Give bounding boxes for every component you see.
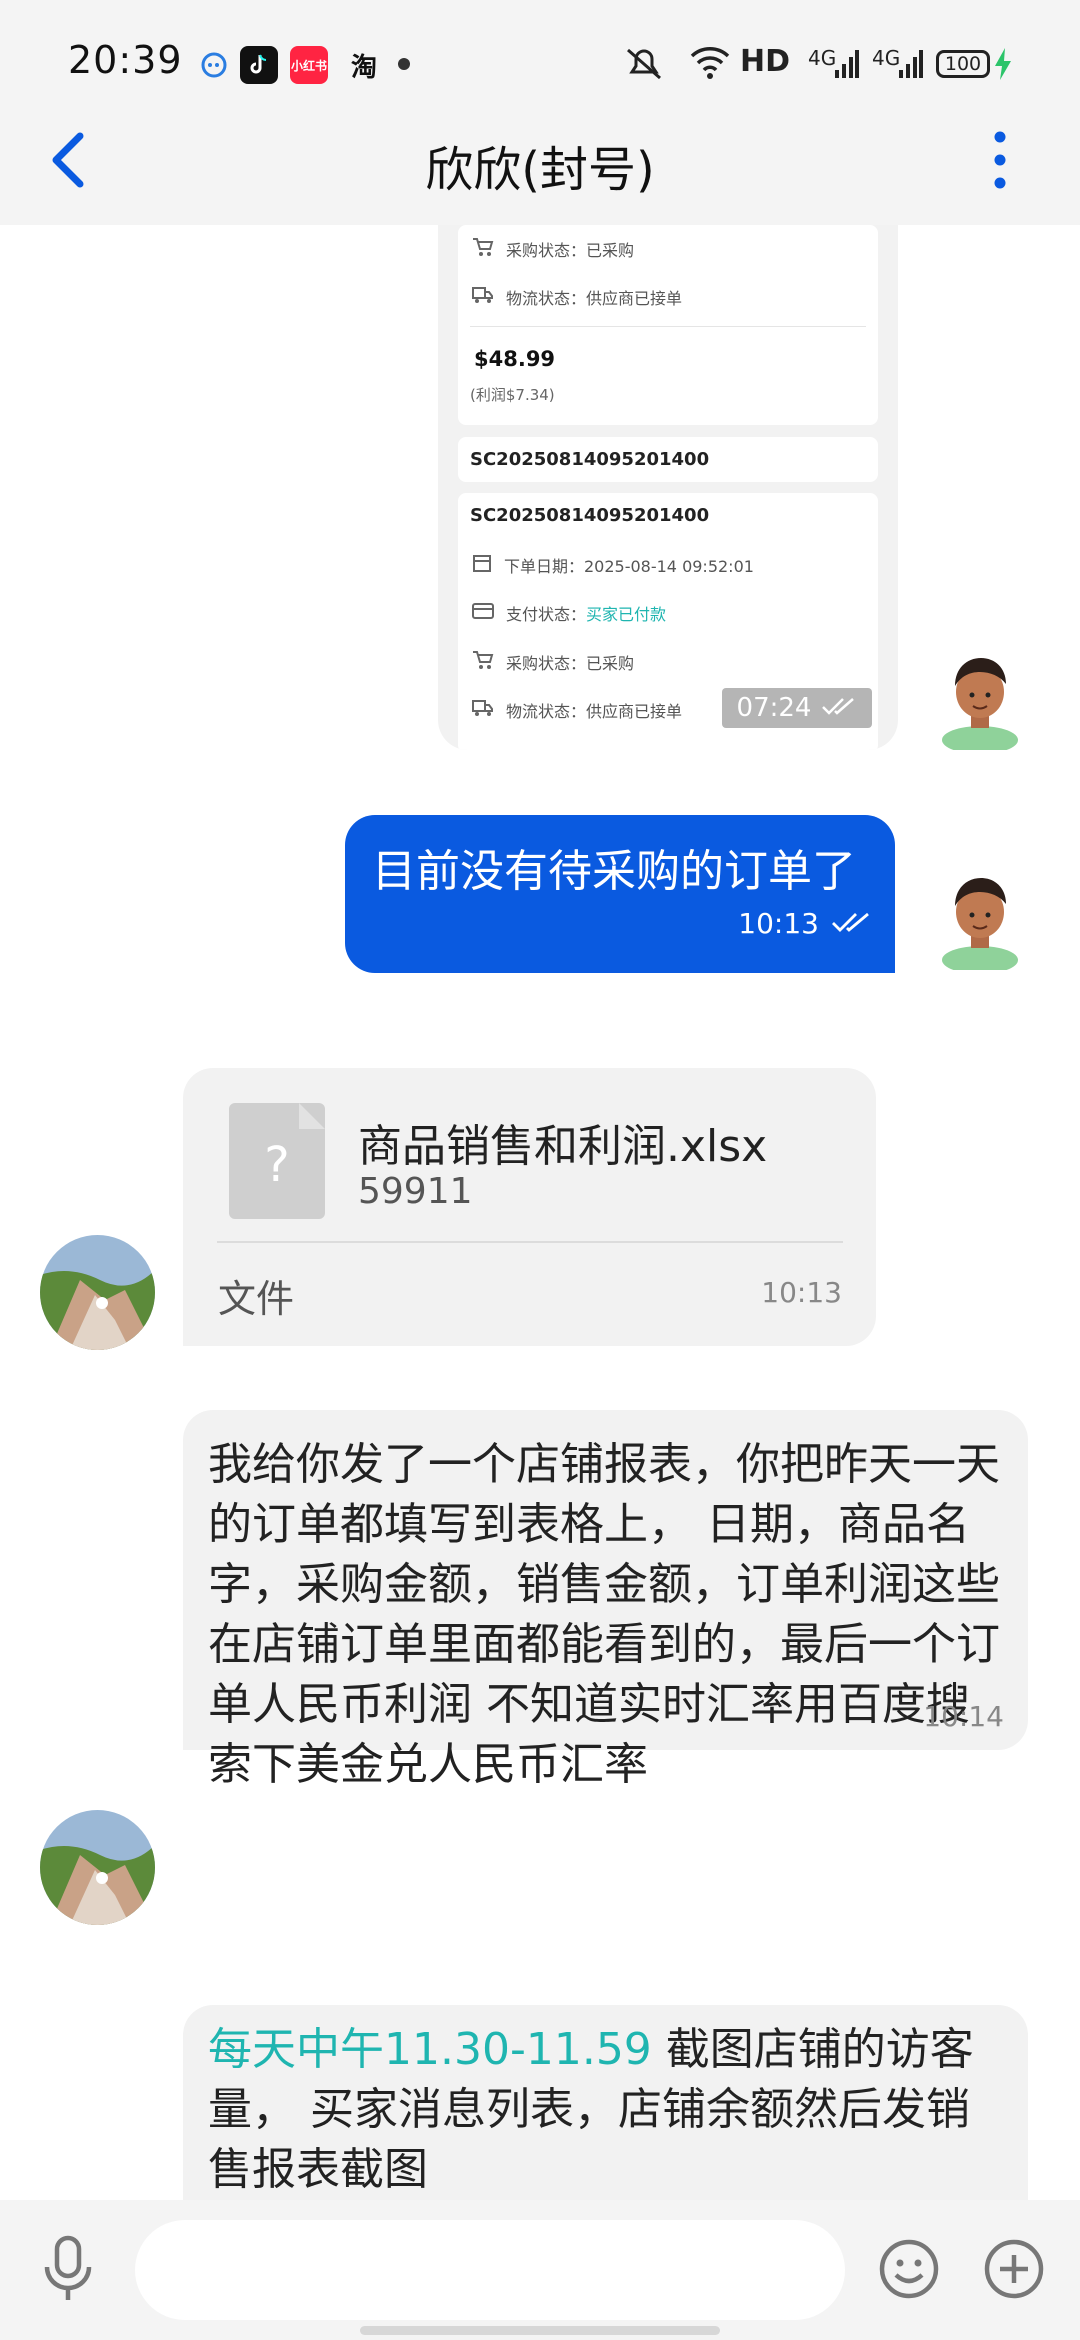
- screenshot-image-message[interactable]: 采购状态：已采购 物流状态：供应商已接单 $48.99 (利润$7.34) SC…: [438, 225, 898, 750]
- message-time: 10:13: [738, 907, 819, 940]
- logistics-status-row: 物流状态：供应商已接单: [472, 285, 682, 309]
- message-time: 10:14: [923, 1700, 1004, 1733]
- order-card-1: 采购状态：已采购 物流状态：供应商已接单 $48.99 (利润$7.34): [458, 225, 878, 425]
- payment-status-row: 支付状态：买家已付款: [472, 601, 666, 625]
- message-time: 10:13: [761, 1276, 842, 1309]
- more-notifications-dot: [398, 58, 410, 70]
- calendar-icon: [472, 553, 492, 577]
- voice-input-button[interactable]: [40, 2235, 96, 2305]
- payment-status-value: 买家已付款: [586, 605, 667, 624]
- battery-icon: 100: [936, 50, 990, 78]
- purchase-status-row: 采购状态：已采购: [472, 650, 634, 674]
- read-double-check-icon: [821, 693, 857, 723]
- attach-plus-button[interactable]: [983, 2238, 1045, 2300]
- file-type-label: 文件: [218, 1277, 295, 1321]
- xiaohongshu-icon: 小红书: [290, 46, 328, 84]
- wifi-icon: [688, 44, 732, 84]
- mute-icon: [622, 44, 666, 88]
- signal-1-label: 4G: [808, 46, 837, 70]
- hd-indicator: HD: [740, 44, 791, 79]
- cart-icon: [472, 650, 494, 674]
- order-card-2: SC20250814095201400: [458, 437, 878, 482]
- chat-app-icon: [195, 46, 233, 84]
- message-list[interactable]: 采购状态：已采购 物流状态：供应商已接单 $48.99 (利润$7.34) SC…: [0, 225, 1080, 2200]
- my-avatar[interactable]: [935, 870, 1025, 974]
- image-timestamp: 07:24: [722, 688, 872, 728]
- more-options-button[interactable]: [985, 125, 1015, 195]
- taobao-icon: 淘: [350, 52, 377, 83]
- read-double-check-icon: [831, 907, 871, 940]
- file-message-bubble[interactable]: ? 商品销售和利润.xlsx 59911 文件 10:13: [183, 1068, 876, 1346]
- signal-1-icon: [835, 48, 859, 84]
- message-text: 每天中午11.30-11.59 截图店铺的访客量， 买家消息列表，店铺余额然后发…: [208, 2024, 974, 2195]
- tiktok-icon: [240, 46, 278, 84]
- cart-icon: [472, 237, 494, 261]
- truck-icon: [472, 698, 494, 722]
- card-icon: [472, 602, 494, 624]
- svg-text:?: ?: [264, 1137, 289, 1193]
- sent-message-bubble[interactable]: 目前没有待采购的订单了 10:13: [345, 815, 895, 973]
- message-input[interactable]: [135, 2220, 845, 2320]
- divider: [470, 326, 866, 327]
- highlighted-time-text: 每天中午11.30-11.59: [208, 2024, 652, 2075]
- chat-title: 欣欣(封号): [425, 142, 655, 198]
- file-size: 59911: [358, 1171, 473, 1212]
- home-indicator[interactable]: [360, 2326, 720, 2335]
- emoji-button[interactable]: [878, 2238, 940, 2300]
- logistics-status-row: 物流状态：供应商已接单: [472, 698, 682, 722]
- received-message-bubble[interactable]: 每天中午11.30-11.59 截图店铺的访客量， 买家消息列表，店铺余额然后发…: [183, 2005, 1028, 2200]
- file-name: 商品销售和利润.xlsx: [358, 1121, 768, 1172]
- message-meta: 10:13: [738, 907, 871, 940]
- divider: [217, 1241, 843, 1243]
- order-profit: (利润$7.34): [470, 386, 555, 404]
- order-price: $48.99: [474, 347, 556, 371]
- message-text: 目前没有待采购的订单了: [372, 846, 856, 897]
- signal-2-label: 4G: [872, 46, 901, 70]
- received-message-bubble[interactable]: 我给你发了一个店铺报表，你把昨天一天的订单都填写到表格上， 日期，商品名字，采购…: [183, 1410, 1028, 1790]
- truck-icon: [472, 285, 494, 309]
- my-avatar[interactable]: [935, 650, 1025, 754]
- signal-2-icon: [899, 48, 923, 84]
- charging-icon: [993, 48, 1013, 84]
- order-date-row: 下单日期：2025-08-14 09:52:01: [472, 553, 754, 577]
- order-number: SC20250814095201400: [470, 505, 710, 526]
- status-time: 20:39: [68, 38, 183, 82]
- contact-avatar[interactable]: [40, 1810, 155, 1925]
- purchase-status-row: 采购状态：已采购: [472, 237, 634, 261]
- order-number: SC20250814095201400: [470, 449, 710, 470]
- contact-avatar[interactable]: [40, 1235, 155, 1350]
- unknown-file-icon: ?: [229, 1103, 325, 1219]
- message-text: 我给你发了一个店铺报表，你把昨天一天的订单都填写到表格上， 日期，商品名字，采购…: [208, 1439, 1000, 1790]
